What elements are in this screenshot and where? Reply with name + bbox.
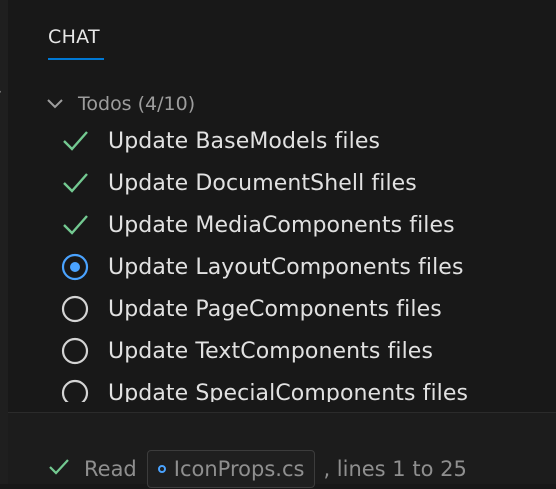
check-icon <box>60 210 90 240</box>
circle-outline-icon <box>60 294 90 324</box>
chevron-right-icon[interactable]: › <box>0 82 7 102</box>
chat-panel: CHAT Todos (4/10) Update BaseModels file… <box>8 0 556 412</box>
todo-item: Update PageComponents files <box>8 288 548 330</box>
todo-item-label: Update DocumentShell files <box>108 170 417 196</box>
check-icon <box>60 126 90 156</box>
circle-outline-icon <box>60 378 90 402</box>
todos-header-label: Todos (4/10) <box>78 93 196 115</box>
todo-item-label: Update SpecialComponents files <box>108 380 469 403</box>
line-range-text: , lines 1 to 25 <box>323 457 467 481</box>
check-icon <box>60 168 90 198</box>
file-name: IconProps.cs <box>173 457 305 481</box>
todo-item: Update LayoutComponents files <box>8 246 548 288</box>
left-edge-strip: › <box>0 0 8 484</box>
todo-item-label: Update MediaComponents files <box>108 212 455 238</box>
file-reference-chip[interactable]: IconProps.cs <box>146 450 316 488</box>
todo-item: Update SpecialComponents files <box>8 372 548 402</box>
circle-outline-icon <box>60 336 90 366</box>
chevron-down-icon[interactable] <box>46 98 64 110</box>
todo-list: Update BaseModels files Update DocumentS… <box>8 120 556 402</box>
check-icon <box>48 456 70 482</box>
active-tab-indicator <box>48 58 104 60</box>
chat-response-area: Read IconProps.cs , lines 1 to 25 <box>8 413 556 488</box>
tab-chat[interactable]: CHAT <box>48 26 104 60</box>
file-type-icon <box>157 465 166 473</box>
todo-item-label: Update PageComponents files <box>108 296 442 322</box>
todo-item: Update DocumentShell files <box>8 162 548 204</box>
todos-header[interactable]: Todos (4/10) <box>46 90 195 118</box>
todo-item: Update BaseModels files <box>8 120 548 162</box>
todo-item-label: Update LayoutComponents files <box>108 254 464 280</box>
tab-chat-label: CHAT <box>48 26 100 48</box>
read-status-row: Read IconProps.cs , lines 1 to 25 <box>48 449 467 489</box>
todo-item-label: Update TextComponents files <box>108 338 434 364</box>
radio-filled-icon <box>60 252 90 282</box>
todo-item: Update TextComponents files <box>8 330 548 372</box>
todo-item: Update MediaComponents files <box>8 204 548 246</box>
read-label: Read <box>84 457 137 481</box>
todo-item-label: Update BaseModels files <box>108 128 381 154</box>
